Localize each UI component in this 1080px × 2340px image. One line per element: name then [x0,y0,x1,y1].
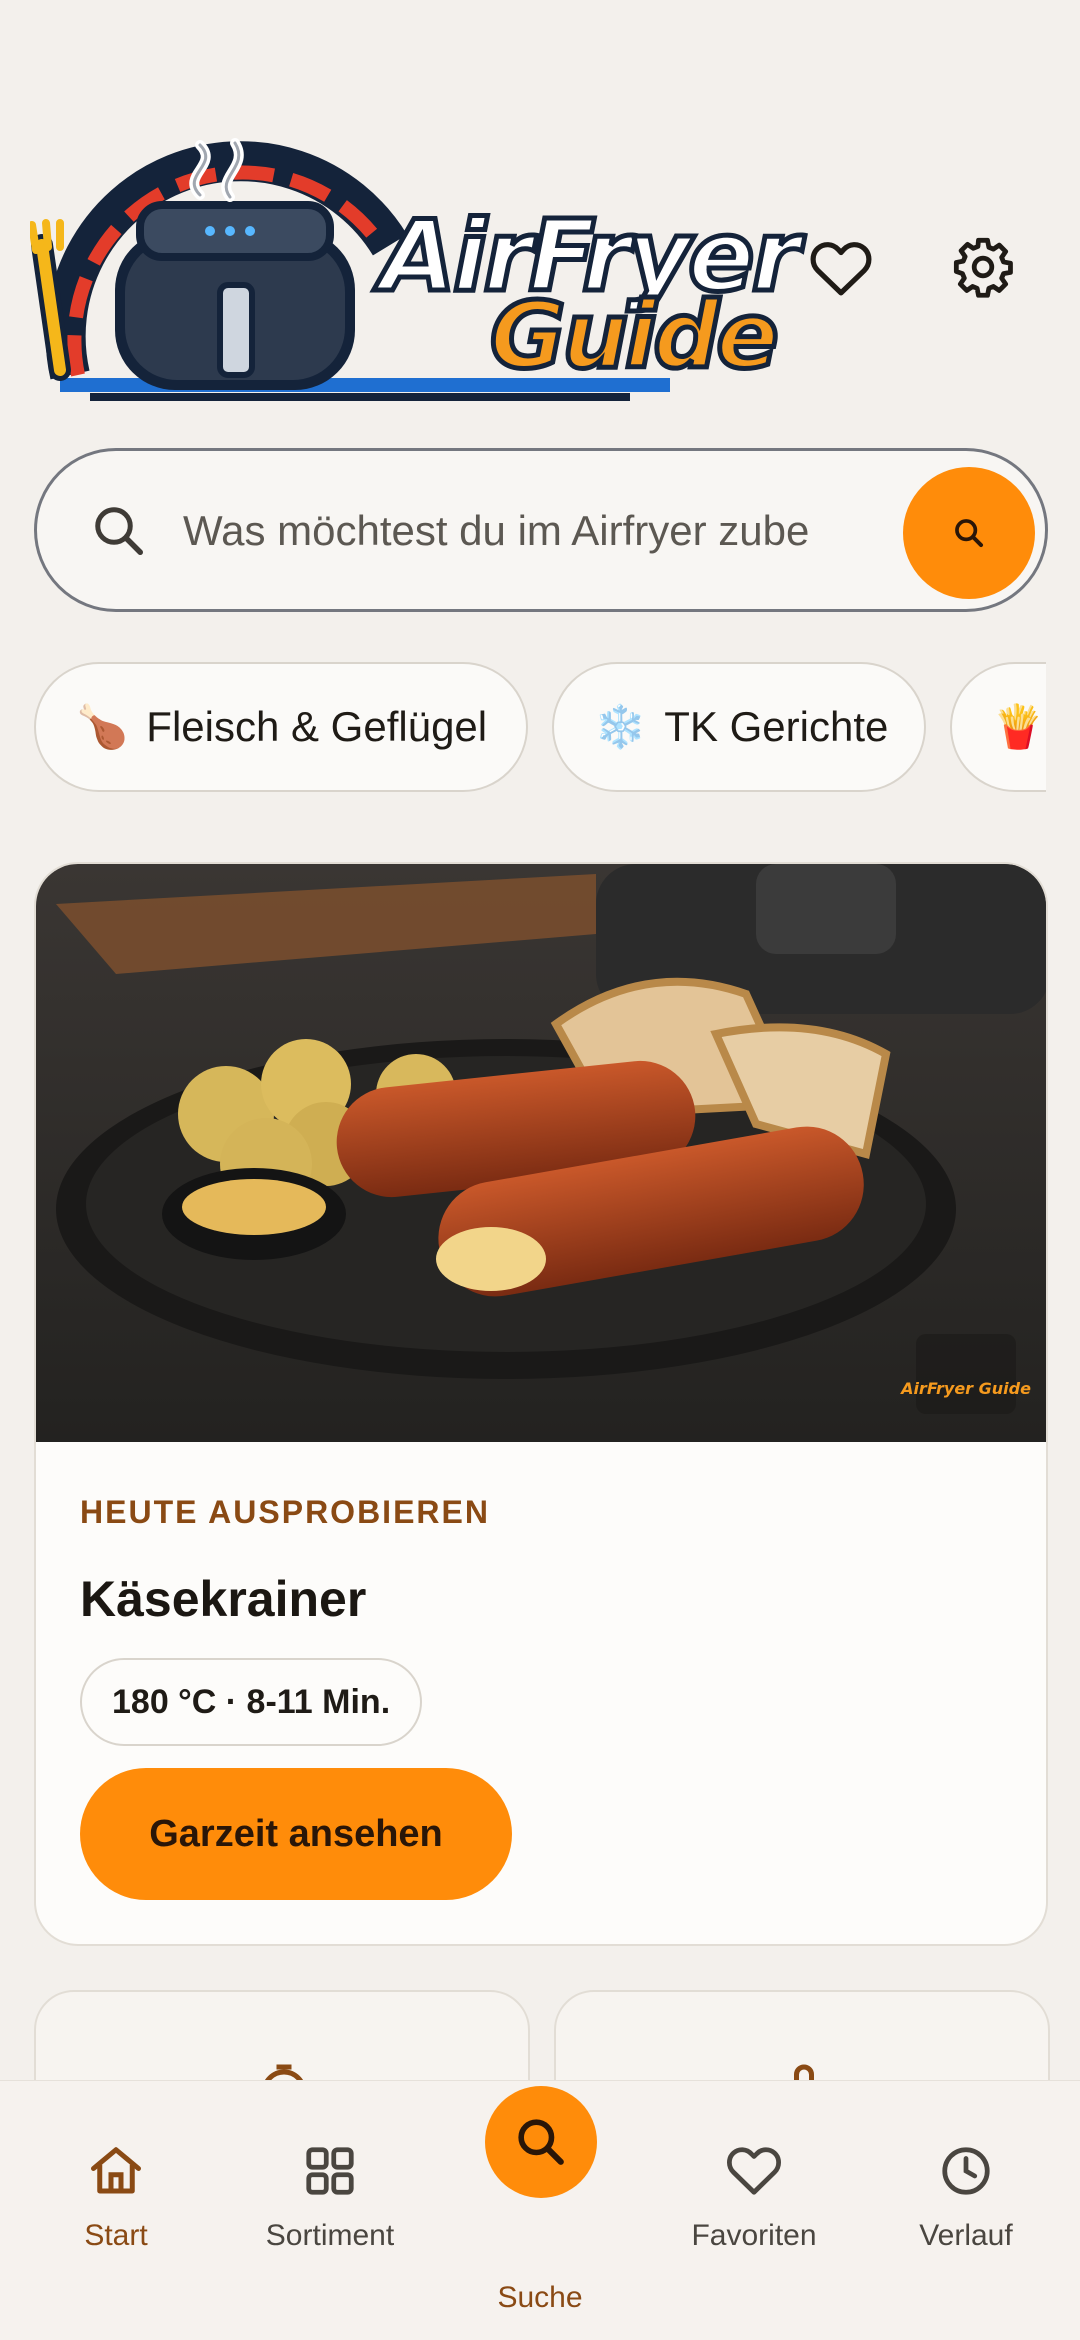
search-fab-button[interactable] [485,2086,597,2198]
settings-gear-icon[interactable] [946,230,1020,304]
recipe-meta-chip: 180 °C · 8-11 Min. [80,1658,423,1746]
nav-start[interactable]: Start [8,2141,224,2301]
nav-sortiment[interactable]: Sortiment [222,2141,438,2301]
favorites-heart-icon[interactable] [804,230,878,304]
category-chips: 🍗 Fleisch & Geflügel ❄️ TK Gerichte 🍟 [34,662,1046,796]
photo-watermark: AirFryer Guide [899,1379,1031,1398]
logo-wordmark: AirFryer Guide [360,190,803,392]
nav-label: Start [84,2219,148,2252]
search-icon [955,519,984,548]
view-cooking-time-button[interactable]: Garzeit ansehen [80,1768,512,1900]
app-screen: AirFryer Guide Was möchtest du im Airfry… [0,0,1080,2340]
nav-label: Verlauf [919,2219,1013,2252]
airfryer-guide-logo: AirFryer Guide [28,135,802,405]
heart-icon [727,2147,781,2195]
chip-fleisch-gefluegel[interactable]: 🍗 Fleisch & Geflügel [34,662,528,792]
recipe-title: Käsekrainer [80,1571,367,1627]
snowflake-icon: ❄️ [594,702,647,750]
nav-label: Sortiment [265,2219,395,2252]
grid-icon [306,2147,354,2195]
chip-label: TK Gerichte [664,703,889,750]
chip-label: Fleisch & Geflügel [146,703,488,750]
recipe-photo: AirFryer Guide [36,864,1046,1442]
nav-favoriten[interactable]: Favoriten [646,2141,862,2301]
search-bar[interactable] [34,448,1048,612]
search-icon [89,501,149,561]
home-icon [91,2147,141,2194]
logo-word-guide: Guide [488,280,782,392]
featured-recipe-card[interactable]: AirFryer Guide HEUTE AUSPROBIEREN Käsekr… [34,862,1048,1946]
featured-eyebrow: HEUTE AUSPROBIEREN [80,1494,490,1530]
search-icon [518,2119,564,2165]
nav-label: Favoriten [691,2219,817,2252]
nav-verlauf[interactable]: Verlauf [858,2141,1074,2301]
search-submit-button[interactable] [903,467,1035,599]
chicken-leg-icon: 🍗 [76,702,129,750]
chip-pommes[interactable]: 🍟 [950,662,1046,792]
chip-tk-gerichte[interactable]: ❄️ TK Gerichte [552,662,926,792]
clock-icon [942,2147,990,2195]
header: AirFryer Guide [0,0,1080,440]
fries-icon: 🍟 [992,702,1045,750]
search-input[interactable] [183,491,883,571]
nav-label: Suche [497,2281,583,2314]
